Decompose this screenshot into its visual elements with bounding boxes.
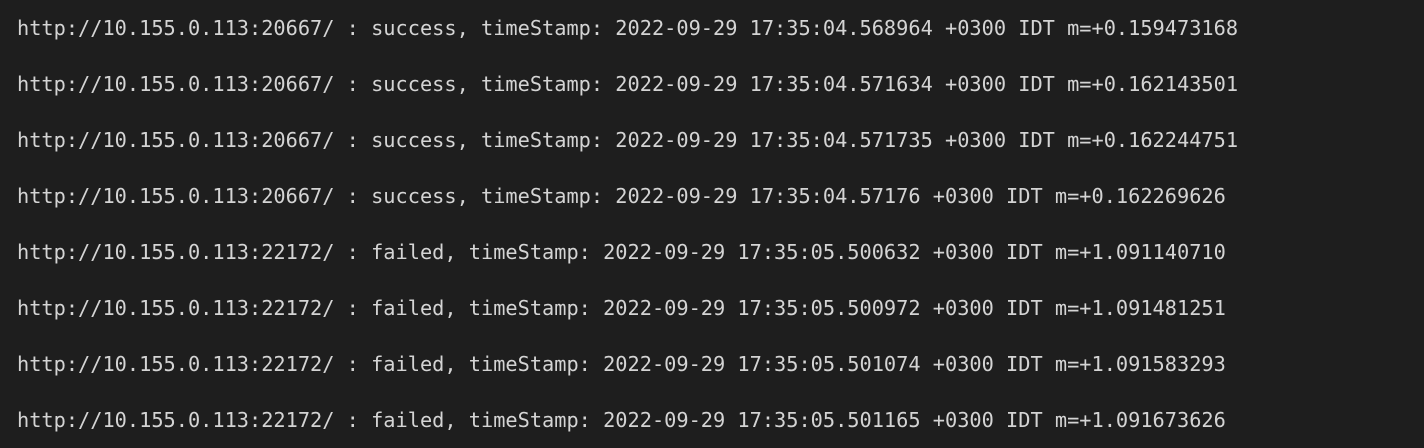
- log-line: http://10.155.0.113:22172/ : failed, tim…: [17, 352, 1226, 376]
- log-line: http://10.155.0.113:20667/ : success, ti…: [17, 16, 1239, 40]
- terminal-output[interactable]: http://10.155.0.113:20667/ : success, ti…: [17, 0, 1424, 448]
- log-line: http://10.155.0.113:20667/ : success, ti…: [17, 72, 1239, 96]
- log-line: http://10.155.0.113:22172/ : failed, tim…: [17, 408, 1226, 432]
- log-line: http://10.155.0.113:22172/ : failed, tim…: [17, 240, 1226, 264]
- log-line: http://10.155.0.113:20667/ : success, ti…: [17, 128, 1239, 152]
- log-line: http://10.155.0.113:20667/ : success, ti…: [17, 184, 1226, 208]
- log-line: http://10.155.0.113:22172/ : failed, tim…: [17, 296, 1226, 320]
